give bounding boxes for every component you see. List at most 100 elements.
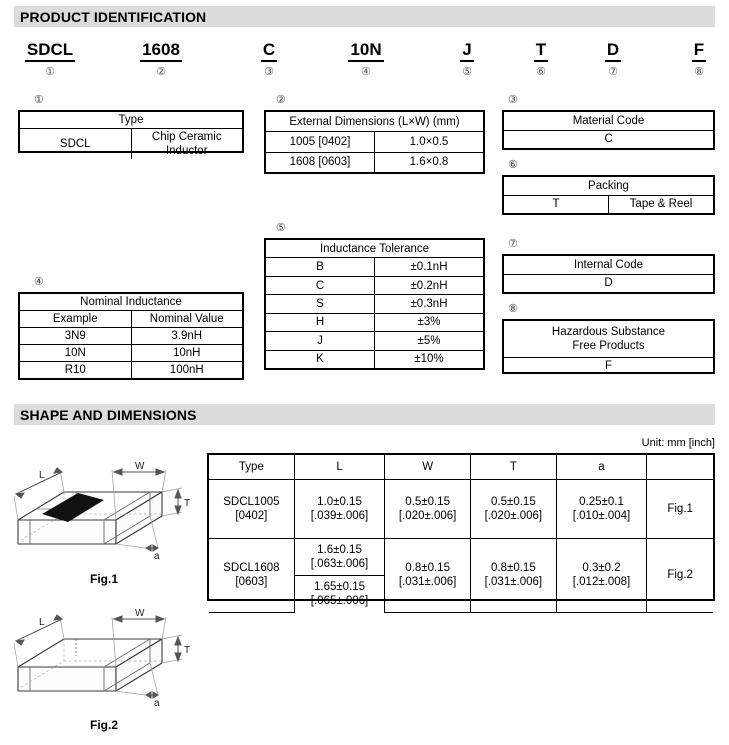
- partnumber-index-5: ⑤: [462, 66, 472, 78]
- partnumber-index-3: ③: [264, 66, 274, 78]
- partnumber-index-6: ⑥: [536, 66, 546, 78]
- dimrow2-a: 0.3±0.2 [.012±.008]: [555, 538, 648, 613]
- dimrow2-l-top-line2: [.063±.006]: [310, 558, 369, 570]
- table-nominal-colheader-1: Example: [20, 310, 132, 328]
- dimcol-w: W: [384, 455, 472, 480]
- dimrow2-type-line2: [0603]: [235, 576, 268, 589]
- index-label-packing-table: ⑥: [508, 159, 518, 171]
- dimrow1-w: 0.5±0.15 [.020±.006]: [384, 479, 472, 539]
- partnumber-segment-5: J ⑤: [450, 40, 484, 79]
- section-title-shape-and-dimensions: SHAPE AND DIMENSIONS: [20, 406, 197, 423]
- dimrow2-type: SDCL1608 [0603]: [209, 538, 295, 613]
- table-tolerance-value-5: ±5%: [374, 331, 483, 351]
- index-label-external-dimensions-table: ②: [276, 94, 286, 106]
- table-tolerance-value-4: ±3%: [374, 312, 483, 333]
- table-nominal-colheader-2: Nominal Value: [130, 310, 242, 328]
- table-material-header: Material Code: [504, 112, 713, 131]
- partnumber-segment-4: 10N ④: [336, 40, 396, 79]
- table-external-dimensions: External Dimensions (L×W) (mm) 1005 [040…: [264, 110, 485, 174]
- figure-2-label-W: W: [135, 608, 145, 619]
- figure-2-label-a: a: [154, 698, 160, 709]
- partnumber-index-7: ⑦: [608, 66, 618, 78]
- table-hazardous-header: Hazardous Substance Free Products: [504, 321, 713, 358]
- partnumber-index-1: ①: [45, 66, 55, 78]
- dimcol-t: T: [470, 455, 557, 480]
- table-row: SDCL1608 [0603] 1.6±0.15 [.063±.006] 0.8…: [209, 538, 713, 613]
- section-header-product-identification: PRODUCT IDENTIFICATION: [14, 6, 715, 27]
- dimrow1-a-line2: [.010±.004]: [572, 510, 631, 522]
- dimrow2-type-line1: SDCL1608: [223, 562, 280, 575]
- table-row: SDCL1005 [0402] 1.0±0.15 [.039±.006] 0.5…: [209, 479, 713, 539]
- figure-1-label-a: a: [154, 551, 160, 562]
- dimrow1-type-line2: [0402]: [235, 510, 268, 522]
- dimcol-type: Type: [209, 455, 295, 480]
- table-tolerance-value-2: ±0.2nH: [374, 275, 483, 296]
- partnumber-code-1: SDCL: [24, 40, 76, 62]
- table-internal-code: Internal Code D: [502, 254, 715, 294]
- dimrow2-t-line1: 0.8±0.15: [491, 562, 536, 575]
- table-type-value: Chip Ceramic Inductor: [130, 128, 242, 159]
- table-tolerance-code-2: C: [266, 275, 375, 296]
- chip-inductor-isometric-fig2-svg: L W T a: [13, 608, 190, 709]
- table-nominal-value-2: 10nH: [130, 344, 242, 362]
- table-tolerance-code-5: J: [266, 331, 375, 351]
- table-tolerance-code-4: H: [266, 312, 375, 333]
- dimrow2-t: 0.8±0.15 [.031±.006]: [470, 538, 557, 613]
- dimrow1-t: 0.5±0.15 [.020±.006]: [470, 479, 557, 539]
- table-nominal-code-1: 3N9: [20, 327, 132, 345]
- dimrow1-a-line1: 0.25±0.1: [579, 496, 624, 508]
- dimrow2-l-bottom: 1.65±0.15 [.065±.006]: [294, 575, 385, 612]
- unit-note: Unit: mm [inch]: [641, 437, 715, 449]
- table-tolerance-header: Inductance Tolerance: [266, 240, 483, 259]
- chip-inductor-isometric-fig1-svg: L W T a: [13, 461, 190, 562]
- table-material-value: C: [504, 129, 713, 148]
- dimrow2-fig: Fig.2: [646, 538, 713, 613]
- partnumber-segment-3: C ③: [248, 40, 290, 79]
- figure-2-caption: Fig.2: [89, 718, 118, 732]
- partnumber-code-3: C: [260, 40, 278, 62]
- table-nominal-header: Nominal Inductance: [20, 294, 242, 311]
- dimrow1-type: SDCL1005 [0402]: [209, 479, 295, 539]
- partnumber-code-6: T: [533, 40, 549, 62]
- table-tolerance-code-6: K: [266, 349, 375, 368]
- table-tolerance-code-3: S: [266, 294, 375, 314]
- figure-1-label-T: T: [184, 498, 190, 509]
- table-packing-header: Packing: [504, 177, 713, 196]
- table-packing-code: T: [504, 194, 609, 213]
- dimcol-l: L: [293, 455, 386, 480]
- dimrow1-fig: Fig.1: [646, 479, 713, 539]
- dimrow1-t-line2: [.020±.006]: [484, 510, 543, 522]
- dimrow1-l-line1: 1.0±0.15: [317, 496, 362, 508]
- table-type-code: SDCL: [20, 128, 132, 159]
- table-tolerance-value-1: ±0.1nH: [374, 257, 483, 277]
- partnumber-code-7: D: [604, 40, 622, 62]
- dimrow2-a-line1: 0.3±0.2: [582, 562, 621, 575]
- table-nominal-inductance: Nominal Inductance Example Nominal Value…: [18, 292, 244, 380]
- index-label-type-table: ①: [34, 94, 44, 106]
- dimrow1-w-line1: 0.5±0.15: [405, 496, 450, 508]
- partnumber-index-4: ④: [361, 66, 371, 78]
- table-hazardous-value: F: [504, 357, 713, 374]
- table-packing-value: Tape & Reel: [608, 194, 713, 213]
- dimrow2-a-line2: [.012±.008]: [572, 576, 631, 589]
- table-extdim-code-1: 1005 [0402]: [266, 131, 375, 153]
- table-hazardous-substance: Hazardous Substance Free Products F: [502, 319, 715, 374]
- index-label-hazardous-substance-table: ⑧: [508, 303, 518, 315]
- partnumber-code-5: J: [460, 40, 474, 62]
- index-label-internal-code-table: ⑦: [508, 238, 518, 250]
- table-tolerance-code-1: B: [266, 257, 375, 277]
- dimcol-a: a: [555, 455, 648, 480]
- partnumber-code-8: F: [691, 40, 707, 62]
- index-label-nominal-inductance-table: ④: [34, 276, 44, 288]
- index-label-inductance-tolerance-table: ⑤: [276, 222, 286, 234]
- index-label-material-code-table: ③: [508, 94, 518, 106]
- partnumber-segment-2: 1608 ②: [128, 40, 194, 79]
- table-internal-value: D: [504, 273, 713, 292]
- table-packing: Packing T Tape & Reel: [502, 175, 715, 215]
- table-extdim-code-2: 1608 [0603]: [266, 151, 375, 172]
- table-extdim-value-2: 1.6×0.8: [374, 151, 483, 172]
- partnumber-code-2: 1608: [140, 40, 182, 62]
- table-nominal-code-2: 10N: [20, 344, 132, 362]
- dimrow1-l: 1.0±0.15 [.039±.006]: [293, 479, 386, 539]
- figure-2-drawing: L W T a: [6, 601, 202, 718]
